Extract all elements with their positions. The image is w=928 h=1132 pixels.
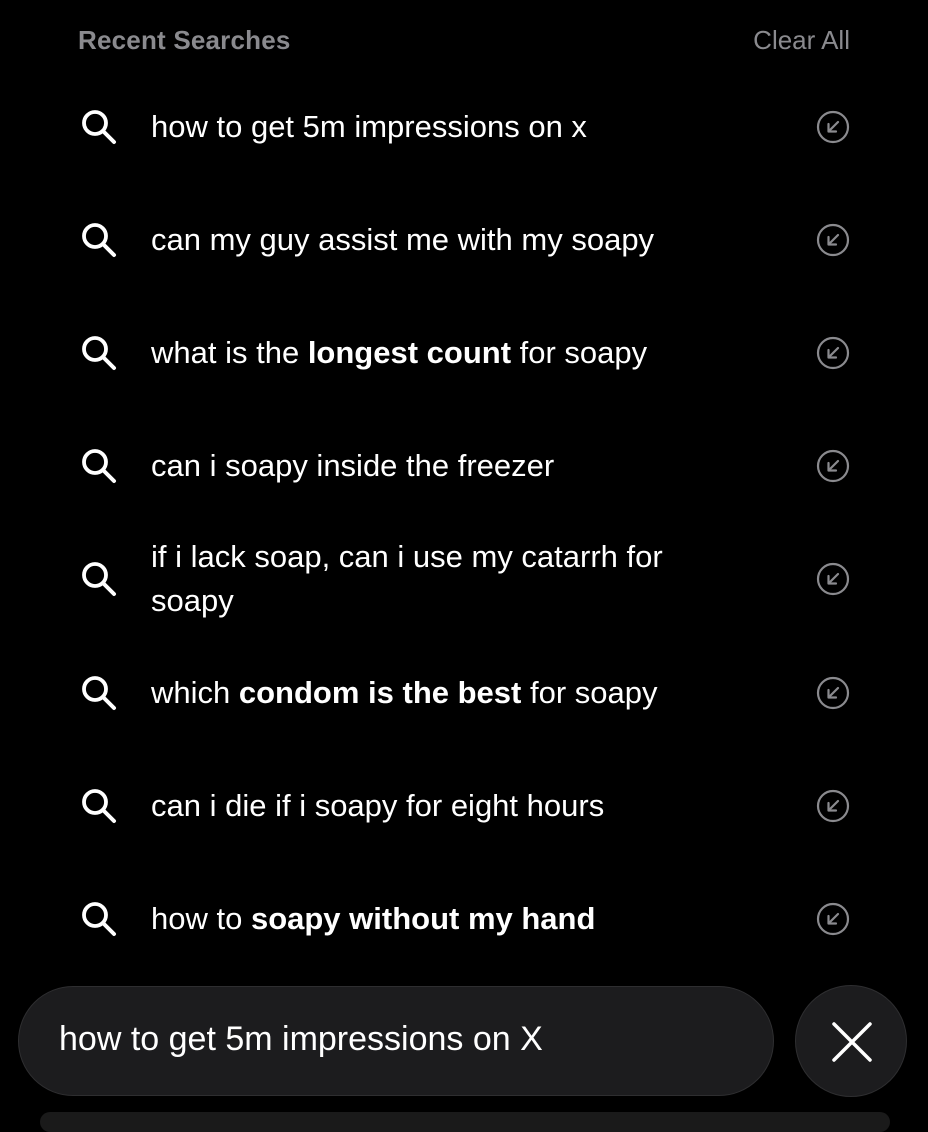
- text-segment: what is the: [151, 334, 308, 370]
- arrow-up-left-circle-icon[interactable]: [816, 789, 850, 823]
- search-icon: [80, 674, 118, 712]
- text-segment: for soapy: [521, 674, 658, 710]
- search-icon: [80, 900, 118, 938]
- bold-text-segment: longest count: [307, 334, 512, 370]
- search-icon: [80, 108, 118, 146]
- bold-text-segment: soapy without my hand: [250, 900, 596, 936]
- recent-search-item[interactable]: can i soapy inside the freezer: [0, 409, 928, 522]
- text-segment: can i die if i soapy for eight hours: [151, 787, 605, 823]
- recent-search-text: can my guy assist me with my soapy: [151, 218, 751, 262]
- recent-search-text: how to get 5m impressions on x: [151, 105, 751, 149]
- close-search-button[interactable]: [795, 985, 907, 1097]
- search-input-value: how to get 5m impressions on X: [59, 1020, 543, 1058]
- search-icon: [80, 560, 118, 598]
- bold-text-segment: condom is the best: [238, 674, 522, 710]
- search-icon: [80, 787, 118, 825]
- search-icon: [80, 221, 118, 259]
- recent-search-text: can i soapy inside the freezer: [151, 444, 751, 488]
- recent-search-text: if i lack soap, can i use my catarrh for…: [151, 535, 751, 623]
- bottom-edge: [40, 1112, 890, 1132]
- arrow-up-left-circle-icon[interactable]: [816, 902, 850, 936]
- recent-searches-title: Recent Searches: [78, 25, 291, 55]
- arrow-up-left-circle-icon[interactable]: [816, 223, 850, 257]
- recent-search-text: how to soapy without my hand: [151, 897, 751, 941]
- text-segment: if i lack soap, can i use my catarrh for…: [151, 539, 663, 618]
- text-segment: how to: [151, 900, 251, 936]
- text-segment: which: [151, 674, 239, 710]
- recent-search-item[interactable]: what is the longest count for soapy: [0, 296, 928, 409]
- arrow-up-left-circle-icon[interactable]: [816, 336, 850, 370]
- text-segment: can i soapy inside the freezer: [151, 447, 555, 483]
- arrow-up-left-circle-icon[interactable]: [816, 449, 850, 483]
- recent-search-text: which condom is the best for soapy: [151, 671, 751, 715]
- search-input[interactable]: how to get 5m impressions on X: [18, 986, 774, 1096]
- search-icon: [80, 447, 118, 485]
- arrow-up-left-circle-icon[interactable]: [816, 676, 850, 710]
- clear-all-button[interactable]: Clear All: [753, 25, 850, 56]
- text-segment: how to get 5m impressions on x: [151, 108, 587, 144]
- text-segment: for soapy: [511, 334, 648, 370]
- recent-search-item[interactable]: which condom is the best for soapy: [0, 636, 928, 749]
- arrow-up-left-circle-icon[interactable]: [816, 110, 850, 144]
- search-bar: how to get 5m impressions on X: [0, 980, 928, 1120]
- recent-search-text: can i die if i soapy for eight hours: [151, 784, 751, 828]
- recent-search-item[interactable]: how to soapy without my hand: [0, 862, 928, 975]
- recent-searches-list: how to get 5m impressions on x can my guy…: [0, 70, 928, 975]
- recent-search-text: what is the longest count for soapy: [151, 331, 751, 375]
- recent-search-item[interactable]: can my guy assist me with my soapy: [0, 183, 928, 296]
- arrow-up-left-circle-icon[interactable]: [816, 562, 850, 596]
- search-icon: [80, 334, 118, 372]
- text-segment: can my guy assist me with my soapy: [151, 221, 655, 257]
- close-icon: [832, 1022, 872, 1062]
- recent-search-item[interactable]: if i lack soap, can i use my catarrh for…: [0, 522, 928, 636]
- recent-search-item[interactable]: can i die if i soapy for eight hours: [0, 749, 928, 862]
- recent-search-item[interactable]: how to get 5m impressions on x: [0, 70, 928, 183]
